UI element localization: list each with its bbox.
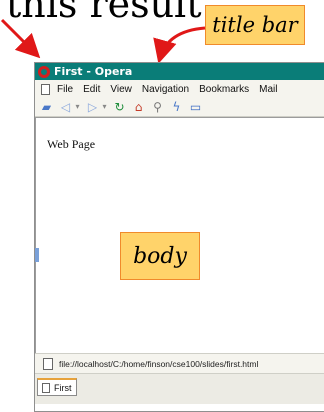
address-bar[interactable]: file://localhost/C:/home/finson/cse100/s… — [35, 353, 324, 374]
intro-text: this result — [6, 0, 202, 26]
title-bar-callout: title bar — [205, 5, 305, 45]
forward-icon[interactable]: ▷ — [85, 100, 100, 115]
menu-bookmarks[interactable]: Bookmarks — [199, 84, 249, 95]
page-icon — [43, 358, 53, 370]
title-bar[interactable]: First - Opera — [35, 63, 324, 80]
tab-page-icon — [42, 382, 50, 393]
magic-wand-icon[interactable]: ϟ — [169, 100, 184, 115]
forward-dropdown-icon[interactable]: ▾ — [101, 100, 108, 115]
tab-label: First — [54, 382, 72, 393]
open-icon[interactable]: ▰ — [39, 100, 54, 115]
search-icon[interactable]: ⚲ — [150, 100, 165, 115]
body-callout: body — [120, 232, 200, 280]
reload-icon[interactable]: ↻ — [112, 100, 127, 115]
menu-mail[interactable]: Mail — [259, 84, 277, 95]
menu-view[interactable]: View — [110, 84, 132, 95]
toolbar: ▰ ◁ ▾ ▷ ▾ ↻ ⌂ ⚲ ϟ ▭ — [35, 98, 324, 117]
address-url[interactable]: file://localhost/C:/home/finson/cse100/s… — [59, 359, 258, 369]
back-dropdown-icon[interactable]: ▾ — [74, 100, 81, 115]
panel-toggle[interactable] — [35, 248, 39, 262]
arrow-to-title-bar — [153, 26, 206, 64]
menu-edit[interactable]: Edit — [83, 84, 100, 95]
tab-bar: First — [35, 373, 324, 404]
tab-first[interactable]: First — [37, 378, 77, 396]
page-text: Web Page — [47, 137, 96, 151]
opera-logo-icon — [38, 65, 50, 78]
menu-file[interactable]: File — [57, 84, 73, 95]
panel-icon[interactable]: ▭ — [188, 100, 203, 115]
back-icon[interactable]: ◁ — [58, 100, 73, 115]
page-menu-icon[interactable] — [41, 83, 50, 95]
home-icon[interactable]: ⌂ — [131, 100, 146, 115]
menu-navigation[interactable]: Navigation — [142, 84, 189, 95]
menu-bar: File Edit View Navigation Bookmarks Mail — [35, 80, 324, 99]
window-title: First - Opera — [54, 65, 133, 78]
